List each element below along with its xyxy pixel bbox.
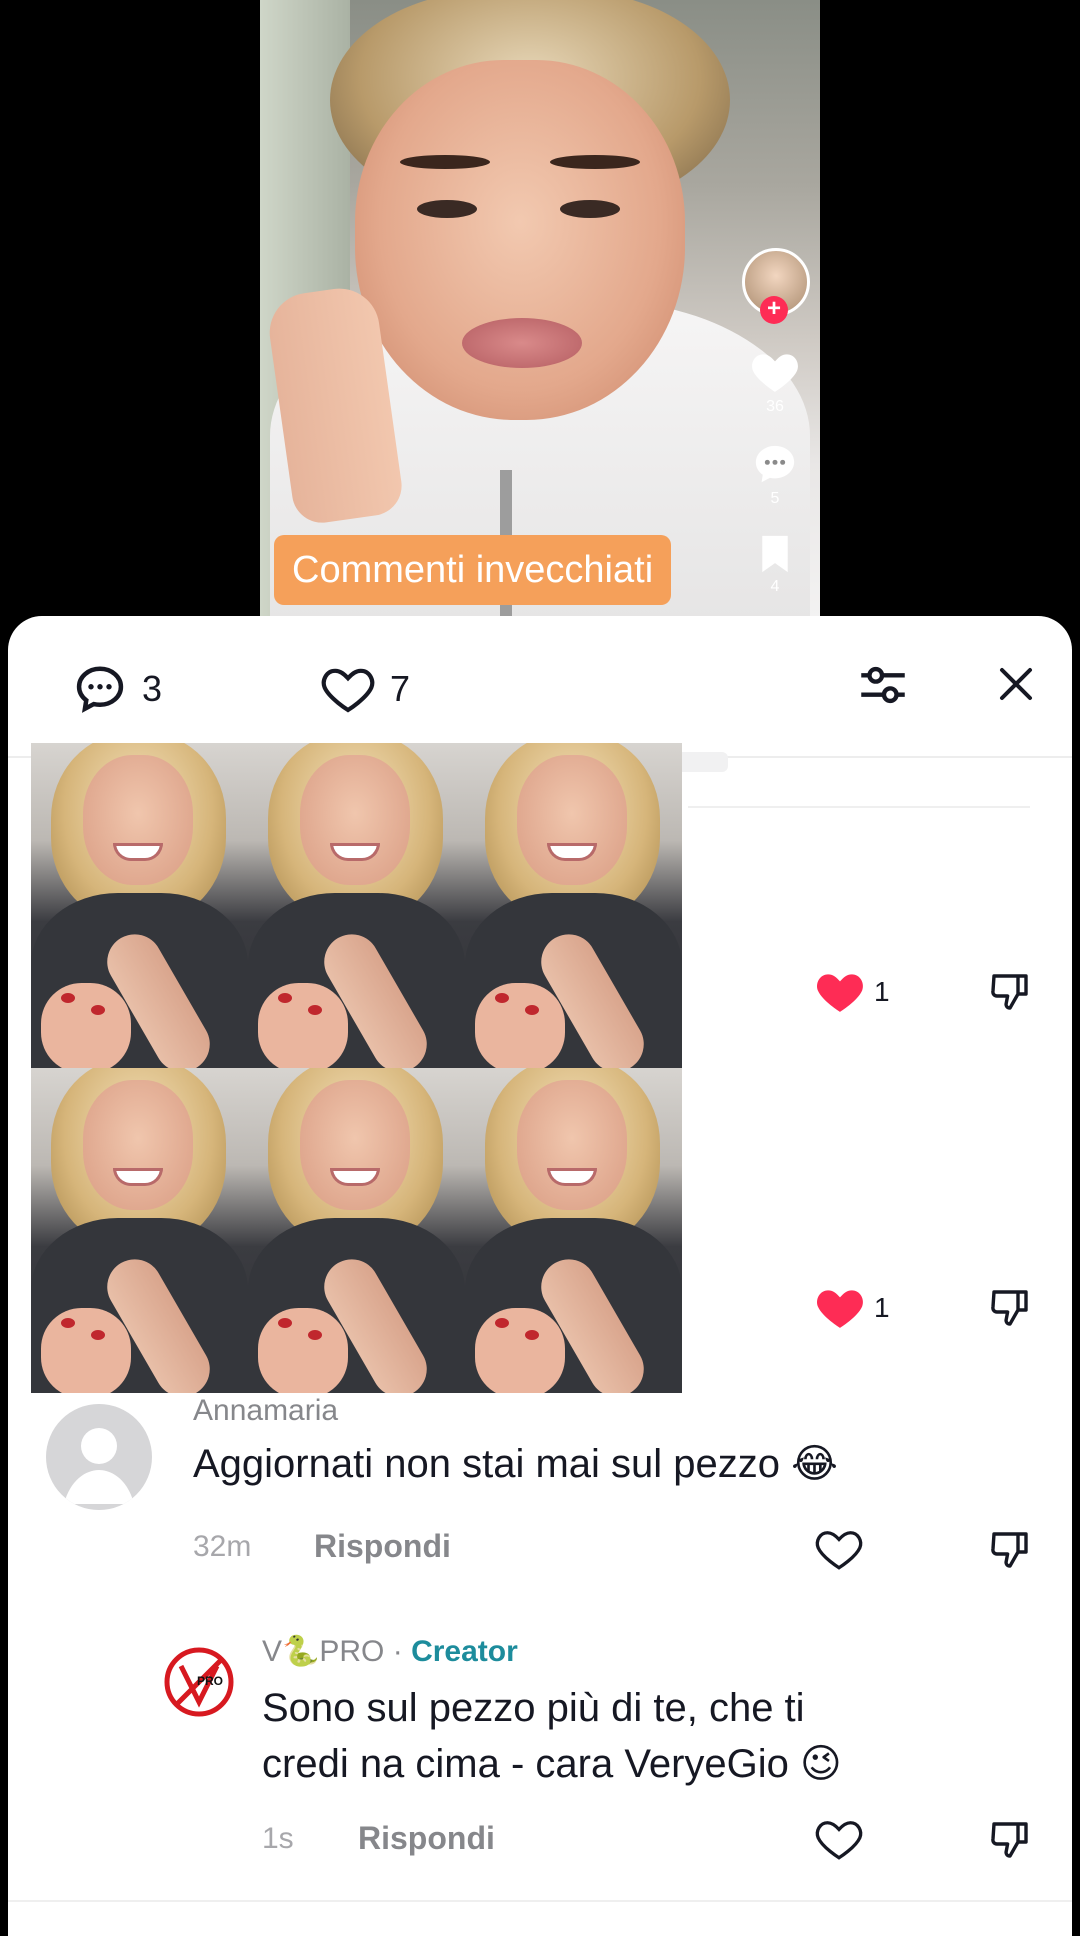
header-comment-count: 3 [142,668,163,709]
left-eye [417,200,477,218]
sticker-tile [248,743,465,1068]
comment-like-count: 1 [874,1292,890,1323]
filter-sliders-icon[interactable] [854,656,912,714]
video-comment-count: 5 [770,490,780,507]
avatar[interactable] [46,1404,152,1510]
video-player[interactable]: + 36 5 4 [260,0,820,620]
divider [688,806,1030,808]
reply-username[interactable]: V🐍PRO [262,1635,384,1668]
heart-outline-icon[interactable] [814,1526,864,1572]
comment-username[interactable]: Annamaria [193,1394,338,1428]
sheet-header: 3 7 [8,616,1072,756]
follow-plus-icon[interactable]: + [760,296,788,324]
reply-username-line: V🐍PRO · Creator [262,1634,518,1669]
header-like-count: 7 [390,668,411,709]
sticker-tile [31,743,248,1068]
reply-button[interactable]: Rispondi [314,1528,451,1565]
comment-text: Aggiornati non stai mai sul pezzo 😂 [193,1442,838,1486]
bottom-divider [8,1900,1072,1902]
left-brow [400,155,490,169]
video-person-lips [462,318,582,368]
sticker-tile [465,1068,682,1393]
reply-button[interactable]: Rispondi [358,1820,495,1857]
heart-outline-icon[interactable] [320,662,376,716]
video-like-count: 36 [766,398,784,415]
heart-filled-icon[interactable] [815,968,865,1022]
comments-sheet: 3 7 1 1 Annamaria Aggiornati non stai ma… [8,616,1072,1936]
separator-dot: · [392,1635,403,1668]
sticker-image-grid [31,743,682,1393]
comment-like-count: 1 [874,976,890,1007]
video-caption-overlay: Commenti invecchiati [274,535,672,605]
heart-icon[interactable] [750,348,800,394]
avatar-badge-text: PRO [197,1674,224,1688]
comment-icon[interactable] [752,442,798,488]
heart-filled-icon[interactable] [815,1284,865,1338]
dislike-icon[interactable] [986,1526,1034,1574]
sticker-tile [248,1068,465,1393]
close-icon[interactable] [992,660,1040,708]
comment-time: 32m [193,1530,252,1563]
creator-badge: Creator [411,1635,518,1668]
creator-avatar[interactable]: PRO [163,1646,235,1718]
bookmark-icon[interactable] [760,534,790,574]
reply-time: 1s [262,1822,294,1855]
right-brow [550,155,640,169]
chat-bubble-icon [72,662,128,716]
sticker-tile [465,743,682,1068]
dislike-icon[interactable] [986,1284,1034,1332]
dislike-icon[interactable] [986,968,1034,1016]
right-eye [560,200,620,218]
video-save-count: 4 [770,578,780,595]
reply-text-line-2: credi na cima - cara VeryeGio 😉 [262,1742,842,1786]
heart-outline-icon[interactable] [814,1816,864,1862]
dislike-icon[interactable] [986,1816,1034,1864]
reply-text-line-1: Sono sul pezzo più di te, che ti [262,1686,805,1730]
sticker-tile [31,1068,248,1393]
